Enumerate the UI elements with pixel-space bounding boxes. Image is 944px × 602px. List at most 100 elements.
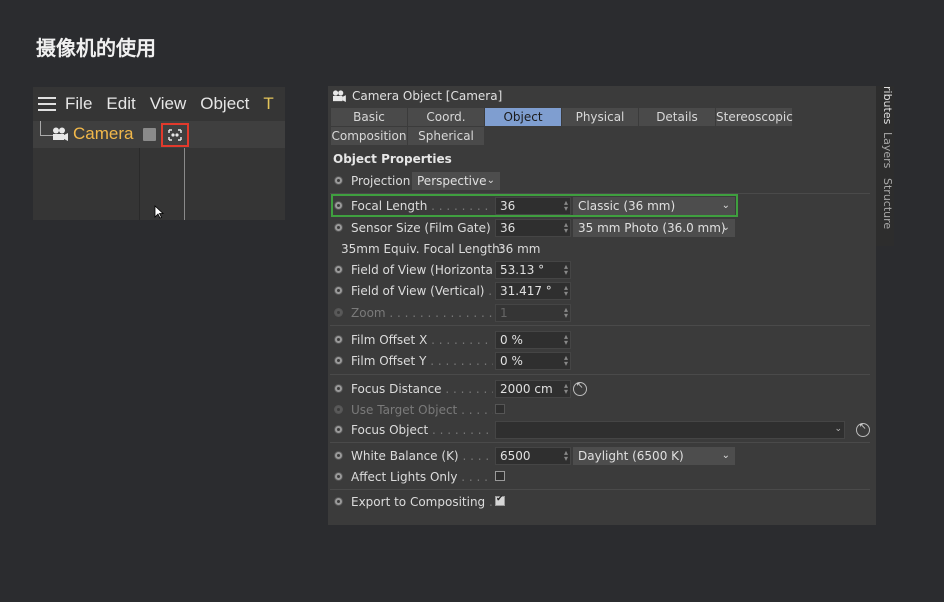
side-tab-structure[interactable]: Structure	[876, 178, 894, 229]
white-balance-preset-dropdown[interactable]: Daylight (6500 K) ⌄	[573, 447, 735, 465]
projection-dropdown[interactable]: Perspective ⌄	[412, 172, 500, 190]
zoom-input: 1 ▴ ▾	[495, 304, 571, 322]
object-row-camera[interactable]: Camera	[33, 121, 285, 148]
label-sensor-size: Sensor Size (Film Gate) .	[351, 221, 491, 235]
menu-truncated[interactable]: T	[263, 94, 273, 114]
animate-radio[interactable]	[334, 356, 343, 365]
pick-distance-icon[interactable]	[573, 381, 587, 396]
animate-radio[interactable]	[334, 472, 343, 481]
focal-length-highlight	[331, 194, 738, 217]
animate-radio	[334, 308, 343, 317]
label-fov-vertical: Field of View (Vertical) . . .	[351, 284, 493, 298]
am-title: Camera Object [Camera]	[352, 89, 503, 103]
tab-coord[interactable]: Coord.	[408, 108, 484, 126]
stepper-icon: ▴ ▾	[563, 353, 568, 368]
animate-radio	[334, 405, 343, 414]
tab-row-1: Basic Coord. Object Physical Details Ste…	[331, 108, 801, 126]
tab-details[interactable]: Details	[639, 108, 715, 126]
projection-value: Perspective	[417, 174, 487, 188]
camera-tag-highlight[interactable]	[161, 123, 189, 147]
animate-radio[interactable]	[334, 384, 343, 393]
stepper-icon: ▴ ▾	[563, 332, 568, 347]
section-title: Object Properties	[333, 152, 452, 166]
row-zoom: Zoom . . . . . . . . . . . . . . . . . .…	[328, 303, 868, 323]
label-use-target: Use Target Object . . . . . .	[351, 403, 493, 417]
am-side-tabs: ributes Layers Structure	[876, 86, 894, 246]
om-menubar: File Edit View Object T	[33, 87, 285, 121]
white-balance-input[interactable]: 6500 ▴ ▾	[495, 447, 571, 465]
tab-physical[interactable]: Physical	[562, 108, 638, 126]
animate-radio[interactable]	[334, 176, 343, 185]
chevron-down-icon: ⌄	[721, 450, 730, 461]
mouse-cursor-icon	[154, 205, 164, 219]
row-film-offset-y: Film Offset Y . . . . . . . . . . . . 0 …	[328, 351, 868, 371]
stepper-icon: ▴ ▾	[563, 220, 568, 235]
column-divider	[184, 148, 185, 220]
row-white-balance: White Balance (K) . . . . . . 6500▴▾ Day…	[328, 446, 868, 466]
animate-radio[interactable]	[334, 497, 343, 506]
attribute-manager: Camera Object [Camera] Basic Coord. Obje…	[328, 86, 876, 525]
column-divider	[139, 148, 140, 220]
film-offset-y-input[interactable]: 0 % ▴ ▾	[495, 352, 571, 370]
menu-file[interactable]: File	[65, 94, 92, 114]
tab-object[interactable]: Object	[485, 108, 561, 126]
tab-row-2: Composition Spherical	[331, 127, 801, 145]
affect-lights-checkbox[interactable]	[495, 471, 505, 481]
tab-stereoscopic[interactable]: Stereoscopic	[716, 108, 793, 126]
stepper-icon: ▴ ▾	[563, 262, 568, 277]
object-name[interactable]: Camera	[73, 124, 133, 144]
row-sensor-size: Sensor Size (Film Gate) . 36▴▾ 35 mm Pho…	[328, 218, 868, 238]
row-focus-object: Focus Object . . . . . . . . . . . . ⌄	[328, 420, 870, 440]
object-manager: File Edit View Object T Camera	[33, 87, 285, 220]
chevron-down-icon: ⌄	[486, 175, 495, 186]
animate-radio[interactable]	[334, 425, 343, 434]
menu-object[interactable]: Object	[200, 94, 249, 114]
stepper-icon: ▴ ▾	[563, 305, 568, 320]
label-zoom: Zoom . . . . . . . . . . . . . . . . . .	[351, 306, 493, 320]
sensor-size-preset-dropdown[interactable]: 35 mm Photo (36.0 mm) ⌄	[573, 219, 735, 237]
row-film-offset-x: Film Offset X . . . . . . . . . . . . 0 …	[328, 330, 868, 350]
film-offset-x-input[interactable]: 0 % ▴ ▾	[495, 331, 571, 349]
label-focus-object: Focus Object . . . . . . . . . . . .	[351, 423, 493, 437]
camera-tag-icon	[168, 129, 182, 141]
layer-edit-icon[interactable]	[143, 128, 156, 141]
side-tab-attributes[interactable]: ributes	[876, 86, 894, 124]
tab-spherical[interactable]: Spherical	[408, 127, 484, 145]
sensor-size-input[interactable]: 36 ▴ ▾	[495, 219, 571, 237]
animate-radio[interactable]	[334, 265, 343, 274]
label-fov-horizontal: Field of View (Horizontal)	[351, 263, 493, 277]
animate-radio[interactable]	[334, 286, 343, 295]
row-export-compositing: Export to Compositing . .	[328, 492, 868, 512]
chevron-down-icon: ⌄	[834, 424, 842, 434]
fov-vertical-input[interactable]: 31.417 ° ▴ ▾	[495, 282, 571, 300]
animate-radio[interactable]	[334, 223, 343, 232]
stepper-icon: ▴ ▾	[563, 381, 568, 396]
export-compositing-checkbox[interactable]	[495, 494, 505, 506]
camera-icon	[333, 90, 346, 102]
divider	[330, 374, 870, 375]
divider	[330, 489, 870, 490]
side-tab-layers[interactable]: Layers	[876, 132, 894, 168]
tab-composition[interactable]: Composition	[331, 127, 407, 145]
use-target-checkbox[interactable]	[495, 404, 505, 414]
label-export-compositing: Export to Compositing . .	[351, 495, 493, 509]
row-projection: Projection Perspective ⌄	[328, 171, 868, 191]
animate-radio[interactable]	[334, 451, 343, 460]
label-focus-distance: Focus Distance . . . . . . . . . .	[351, 382, 493, 396]
row-focus-distance: Focus Distance . . . . . . . . . . 2000 …	[328, 379, 868, 399]
row-fov-vertical: Field of View (Vertical) . . . 31.417 °▴…	[328, 281, 868, 301]
fov-horizontal-input[interactable]: 53.13 ° ▴ ▾	[495, 261, 571, 279]
menu-edit[interactable]: Edit	[106, 94, 135, 114]
row-use-target: Use Target Object . . . . . .	[328, 400, 868, 420]
equiv-focal-value: 36 mm	[498, 242, 541, 256]
focus-distance-input[interactable]: 2000 cm ▴ ▾	[495, 380, 571, 398]
pick-object-icon[interactable]	[856, 422, 870, 437]
focus-object-link-field[interactable]: ⌄	[495, 421, 845, 439]
tab-basic[interactable]: Basic	[331, 108, 407, 126]
divider	[330, 442, 870, 443]
row-fov-horizontal: Field of View (Horizontal) 53.13 ° ▴ ▾	[328, 260, 868, 280]
animate-radio[interactable]	[334, 335, 343, 344]
menu-view[interactable]: View	[150, 94, 187, 114]
hamburger-menu-icon[interactable]	[38, 97, 56, 111]
row-equiv-focal: 35mm Equiv. Focal Length: 36 mm	[328, 239, 868, 259]
